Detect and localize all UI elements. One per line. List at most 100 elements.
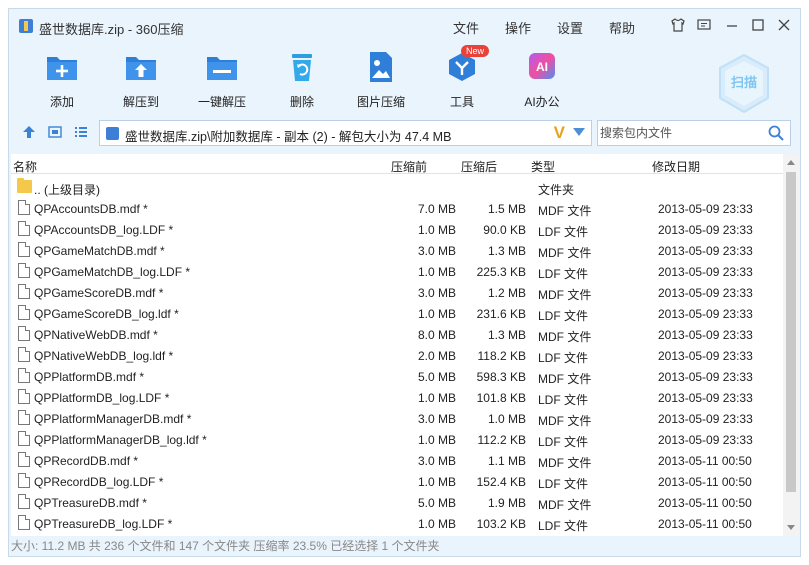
col-after[interactable]: 压缩后 xyxy=(461,158,497,175)
file-size-after: 1.3 MB xyxy=(487,328,526,342)
table-row[interactable]: QPPlatformDB.mdf * 5.0 MB 598.3 KB MDF 文件 20… xyxy=(11,366,783,387)
file-list: 名称 压缩前 压缩后 类型 修改日期 .. (上级目录) 文件夹 QPAccou… xyxy=(11,154,799,536)
file-size-before: 1.0 MB xyxy=(417,433,456,447)
table-row[interactable]: QPTreasureDB.mdf * 5.0 MB 1.9 MB MDF 文件 2013… xyxy=(11,492,783,513)
file-type: LDF 文件 xyxy=(538,309,589,323)
file-date: 2013-05-09 23:33 xyxy=(658,223,753,237)
file-size-before: 1.0 MB xyxy=(417,223,456,237)
table-row[interactable]: QPNativeWebDB.mdf * 8.0 MB 1.3 MB MDF 文件 201… xyxy=(11,324,783,345)
view-thumbnail-icon[interactable] xyxy=(47,125,63,141)
file-size-before: 3.0 MB xyxy=(417,244,456,258)
file-date: 2013-05-09 23:33 xyxy=(658,349,753,363)
search-icon[interactable] xyxy=(767,124,785,142)
parent-dir-row[interactable]: .. (上级目录) 文件夹 xyxy=(11,177,783,198)
table-row[interactable]: QPGameScoreDB_log.ldf * 1.0 MB 231.6 KB LDF… xyxy=(11,303,783,324)
file-icon xyxy=(18,473,30,488)
address-bar[interactable]: 盛世数据库.zip\附加数据库 - 副本 (2) - 解包大小为 47.4 MB… xyxy=(99,120,592,146)
col-type[interactable]: 类型 xyxy=(531,158,555,175)
file-icon xyxy=(18,221,30,236)
up-arrow-icon[interactable] xyxy=(21,125,37,141)
maximize-icon[interactable] xyxy=(749,17,767,35)
table-row[interactable]: QPPlatformManagerDB.mdf * 3.0 MB 1.0 MB MDF… xyxy=(11,408,783,429)
table-row[interactable]: QPRecordDB.mdf * 3.0 MB 1.1 MB MDF 文件 2013-0… xyxy=(11,450,783,471)
scroll-down-icon[interactable] xyxy=(787,525,795,530)
feedback-icon[interactable] xyxy=(695,17,713,35)
file-date: 2013-05-11 00:50 xyxy=(658,454,752,468)
file-type: LDF 文件 xyxy=(538,393,589,407)
file-date: 2013-05-09 23:33 xyxy=(658,391,753,405)
file-name: QPRecordDB.mdf * xyxy=(34,454,139,468)
table-row[interactable]: QPNativeWebDB_log.ldf * 2.0 MB 118.2 KB LDF… xyxy=(11,345,783,366)
file-size-after: 112.2 KB xyxy=(477,433,526,447)
file-name: QPPlatformManagerDB_log.ldf * xyxy=(34,433,207,447)
ai-office-button[interactable]: AI AI办公 xyxy=(507,51,577,110)
file-name: QPTreasureDB_log.LDF * xyxy=(34,517,173,531)
delete-button[interactable]: 删除 xyxy=(267,51,337,110)
file-type: MDF 文件 xyxy=(538,372,592,386)
table-row[interactable]: QPPlatformDB_log.LDF * 1.0 MB 101.8 KB LDF … xyxy=(11,387,783,408)
file-name: QPGameMatchDB_log.LDF * xyxy=(34,265,191,279)
search-box[interactable] xyxy=(597,120,791,146)
table-row[interactable]: QPAccountsDB_log.LDF * 1.0 MB 90.0 KB LDF 文… xyxy=(11,219,783,240)
image-compress-label: 图片压缩 xyxy=(356,95,405,109)
col-before[interactable]: 压缩前 xyxy=(391,158,427,175)
file-date: 2013-05-09 23:33 xyxy=(658,265,753,279)
file-date: 2013-05-11 00:50 xyxy=(658,517,752,531)
scan-icon: 扫描 xyxy=(719,53,769,114)
table-row[interactable]: QPRecordDB_log.LDF * 1.0 MB 152.4 KB LDF 文件… xyxy=(11,471,783,492)
file-size-before: 1.0 MB xyxy=(417,307,456,321)
scroll-thumb[interactable] xyxy=(786,172,796,492)
extract-to-label: 解压到 xyxy=(122,95,159,109)
file-icon xyxy=(18,389,30,404)
close-icon[interactable] xyxy=(775,17,793,35)
file-name: QPPlatformManagerDB.mdf * xyxy=(34,412,192,426)
file-size-after: 1.0 MB xyxy=(487,412,526,426)
file-type: MDF 文件 xyxy=(538,414,592,428)
view-list-icon[interactable] xyxy=(73,125,89,141)
one-click-extract-icon xyxy=(205,51,239,83)
menu-file[interactable]: 文件 xyxy=(453,18,479,37)
tools-label: 工具 xyxy=(449,95,474,109)
zip-app-icon xyxy=(19,19,33,33)
col-name[interactable]: 名称 xyxy=(13,158,37,175)
image-compress-button[interactable]: 图片压缩 xyxy=(346,51,416,110)
file-date: 2013-05-09 23:33 xyxy=(658,433,753,447)
one-click-extract-button[interactable]: 一键解压 xyxy=(187,51,257,110)
file-name: QPNativeWebDB.mdf * xyxy=(34,328,158,342)
file-name: QPTreasureDB.mdf * xyxy=(34,496,147,510)
table-row[interactable]: QPTreasureDB_log.LDF * 1.0 MB 103.2 KB LDF … xyxy=(11,513,783,534)
skin-icon[interactable] xyxy=(669,17,687,35)
extract-to-button[interactable]: 解压到 xyxy=(106,51,176,110)
one-click-extract-label: 一键解压 xyxy=(197,95,246,109)
table-row[interactable]: QPGameMatchDB.mdf * 3.0 MB 1.3 MB MDF 文件 201… xyxy=(11,240,783,261)
table-row[interactable]: QPGameMatchDB_log.LDF * 1.0 MB 225.3 KB LDF… xyxy=(11,261,783,282)
verified-v-icon[interactable]: V xyxy=(554,123,565,143)
table-row[interactable]: QPPlatformManagerDB_log.ldf * 1.0 MB 112.2… xyxy=(11,429,783,450)
file-type: MDF 文件 xyxy=(538,330,592,344)
add-button[interactable]: 添加 xyxy=(27,51,97,110)
file-size-after: 1.5 MB xyxy=(487,202,526,216)
file-size-after: 1.9 MB xyxy=(487,496,526,510)
file-rows: .. (上级目录) 文件夹 QPAccountsDB.mdf * 7.0 MB 1.… xyxy=(11,177,783,534)
search-input[interactable] xyxy=(600,123,760,143)
file-size-after: 231.6 KB xyxy=(476,307,526,321)
file-date: 2013-05-09 23:33 xyxy=(658,370,753,384)
file-size-before: 7.0 MB xyxy=(417,202,456,216)
minimize-icon[interactable] xyxy=(723,17,741,35)
file-name: QPGameMatchDB.mdf * xyxy=(34,244,165,258)
file-date: 2013-05-09 23:33 xyxy=(658,286,753,300)
menu-settings[interactable]: 设置 xyxy=(557,18,583,37)
col-date[interactable]: 修改日期 xyxy=(652,158,700,175)
scroll-up-icon[interactable] xyxy=(787,160,795,165)
menu-help[interactable]: 帮助 xyxy=(609,18,635,37)
vertical-scrollbar[interactable] xyxy=(783,154,799,536)
parent-dir-type: 文件夹 xyxy=(538,183,575,197)
address-dropdown-icon[interactable] xyxy=(573,128,585,136)
menu-operation[interactable]: 操作 xyxy=(505,18,531,37)
scan-button[interactable]: 扫描 xyxy=(716,53,772,115)
file-size-after: 101.8 KB xyxy=(476,391,526,405)
tools-button[interactable]: New 工具 xyxy=(427,45,497,110)
file-type: LDF 文件 xyxy=(538,435,589,449)
table-row[interactable]: QPAccountsDB.mdf * 7.0 MB 1.5 MB MDF 文件 2013… xyxy=(11,198,783,219)
table-row[interactable]: QPGameScoreDB.mdf * 3.0 MB 1.2 MB MDF 文件 201… xyxy=(11,282,783,303)
